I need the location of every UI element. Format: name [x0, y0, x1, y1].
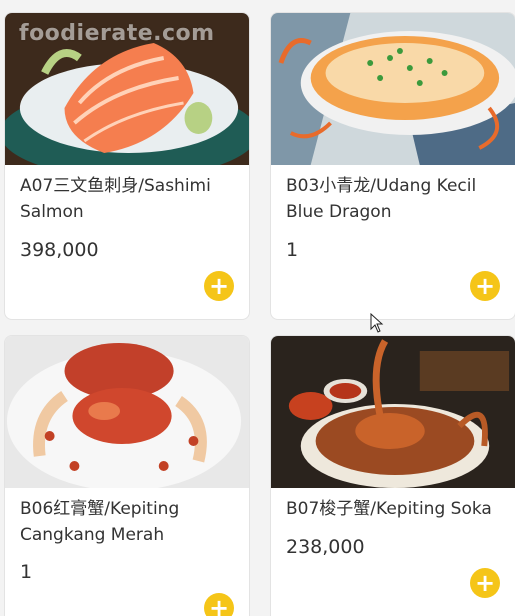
menu-item-name: B07梭子蟹/Kepiting Soka [286, 499, 492, 519]
menu-item-photo-red-crab[interactable] [5, 336, 249, 488]
menu-item-card[interactable]: B03小青龙/Udang Kecil Blue Dragon 1 + [270, 12, 515, 320]
menu-grid: foodierate.com A07三文鱼刺身/Sashimi Salmon 3… [0, 0, 515, 616]
menu-item-price: 1 [20, 561, 33, 583]
menu-item-name: B06红膏蟹/Kepiting Cangkang Merah [20, 499, 180, 545]
menu-item-price: 398,000 [20, 239, 99, 261]
add-to-cart-button[interactable]: + [204, 593, 234, 616]
add-to-cart-button[interactable]: + [204, 271, 234, 301]
menu-item-price: 1 [286, 239, 299, 261]
menu-item-photo-lobster[interactable] [271, 13, 515, 165]
menu-item-price: 238,000 [286, 536, 365, 558]
mouse-pointer-icon [370, 313, 384, 333]
plus-icon: + [208, 594, 230, 616]
menu-item-card[interactable]: foodierate.com A07三文鱼刺身/Sashimi Salmon 3… [4, 12, 250, 320]
menu-item-photo-soft-shell-crab[interactable] [271, 336, 515, 488]
watermark: foodierate.com [19, 21, 215, 46]
plus-icon: + [474, 569, 496, 597]
plus-icon: + [208, 272, 230, 300]
add-to-cart-button[interactable]: + [470, 568, 500, 598]
add-to-cart-button[interactable]: + [470, 271, 500, 301]
menu-item-photo-salmon[interactable]: foodierate.com [5, 13, 249, 165]
menu-item-card[interactable]: B07梭子蟹/Kepiting Soka 238,000 + [270, 335, 515, 616]
menu-item-name: A07三文鱼刺身/Sashimi Salmon [20, 176, 211, 222]
plus-icon: + [474, 272, 496, 300]
menu-item-name: B03小青龙/Udang Kecil Blue Dragon [286, 176, 477, 222]
menu-item-card[interactable]: B06红膏蟹/Kepiting Cangkang Merah 1 + [4, 335, 250, 616]
